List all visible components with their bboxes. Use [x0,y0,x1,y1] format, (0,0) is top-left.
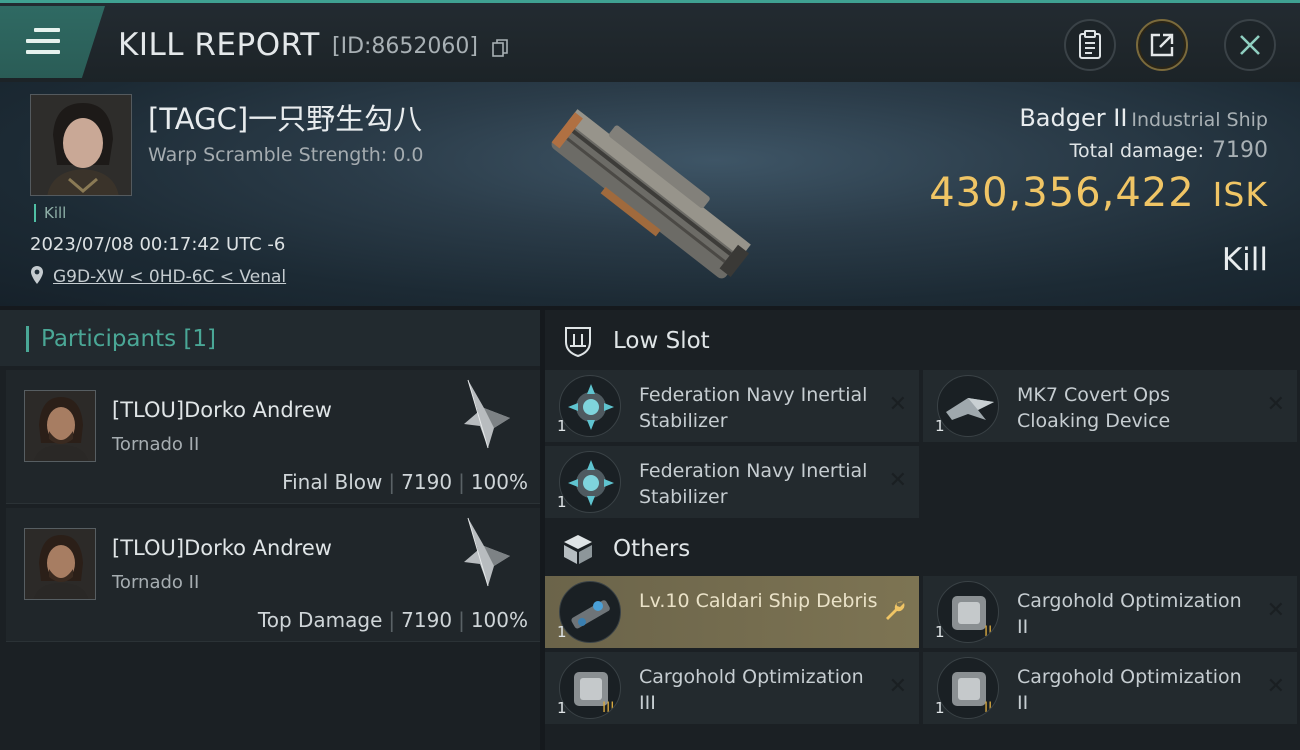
others-header: Others [545,520,1300,578]
participant-ship: Tornado II [112,572,200,593]
destroyed-icon: ✕ [1266,598,1285,623]
svg-text:II: II [984,624,992,640]
low-slot-header: Low Slot [545,312,1300,370]
menu-button[interactable] [0,6,105,78]
module-quantity: 1 [935,623,945,641]
cargohold-optimization-icon: II [937,581,999,643]
inertial-stabilizer-icon [559,375,621,437]
dropped-item-slot[interactable]: 1 Lv.10 Caldari Ship Debris [545,576,919,648]
close-button[interactable] [1224,19,1276,71]
report-id: [ID:8652060] [332,34,478,59]
participant-ship: Tornado II [112,434,200,455]
victim-ship-name[interactable]: Badger II Industrial Ship [1019,104,1268,132]
warp-scramble-strength: Warp Scramble Strength: 0.0 [148,144,424,166]
module-quantity: 1 [557,493,567,511]
isk-unit: ISK [1212,175,1268,214]
cargo-box-icon [564,535,592,564]
participant-avatar[interactable] [24,528,96,600]
participant-ship-image [464,517,510,587]
inertial-stabilizer-icon [559,451,621,513]
participant-stats: Final Blow | 7190 | 100% [282,470,528,494]
module-name: Federation Navy Inertial Stabilizer [639,384,868,432]
module-quantity: 1 [935,699,945,717]
others-title: Others [613,536,691,562]
participant-name: [TLOU]Dorko Andrew [112,536,332,560]
destroyed-icon: ✕ [1266,392,1285,417]
kill-tag: Kill [34,204,66,222]
svg-text:III: III [602,700,614,716]
module-quantity: 1 [557,699,567,717]
hamburger-icon [26,28,60,56]
module-name: MK7 Covert Ops Cloaking Device [1017,384,1171,432]
module-name: Lv.10 Caldari Ship Debris [639,590,878,612]
participant-avatar[interactable] [24,390,96,462]
kill-location-link[interactable]: G9D-XW < 0HD-6C < Venal [53,267,286,287]
close-icon [1240,35,1260,55]
module-slot[interactable]: III 1 Cargohold Optimization III ✕ [545,652,919,724]
module-name: Federation Navy Inertial Stabilizer [639,460,868,508]
victim-summary: [TAGC]一只野生勾八 Warp Scramble Strength: 0.0… [0,82,1300,306]
ship-class-text: Industrial Ship [1131,109,1268,131]
module-quantity: 1 [557,417,567,435]
participant-damage: 7190 [401,608,453,632]
participant-card[interactable]: [TLOU]Dorko Andrew Tornado II Top Damage… [6,508,540,642]
participants-panel: Participants [1] [TLOU]Dorko Andrew Torn… [0,310,540,750]
module-quantity: 1 [935,417,945,435]
total-damage: Total damage: 7190 [1070,138,1268,163]
participant-role: Top Damage [257,608,383,632]
cargohold-optimization-icon: III [559,657,621,719]
ship-debris-icon [559,581,621,643]
destroyed-icon: ✕ [1266,674,1285,699]
kill-datetime: 2023/07/08 00:17:42 UTC -6 [30,234,286,255]
isk-value: 430,356,422 ISK [929,170,1268,216]
participant-card[interactable]: [TLOU]Dorko Andrew Tornado II Final Blow… [6,370,540,504]
module-name: Cargohold Optimization II [1017,590,1242,638]
page-title: KILL REPORT [118,27,320,63]
module-slot[interactable]: II 1 Cargohold Optimization II ✕ [923,652,1297,724]
total-damage-value: 7190 [1212,138,1268,163]
destroyed-icon: ✕ [888,674,907,699]
module-name: Cargohold Optimization III [639,666,864,714]
participants-title: Participants [1] [26,326,216,352]
ship-name-text: Badger II [1019,104,1128,132]
module-slot[interactable]: 1 Federation Navy Inertial Stabilizer ✕ [545,370,919,442]
participant-percent: 100% [470,608,528,632]
victim-ship-image[interactable] [520,90,780,300]
module-slot[interactable]: II 1 Cargohold Optimization II ✕ [923,576,1297,648]
victim-portrait[interactable] [30,94,132,196]
share-button[interactable] [1136,19,1188,71]
participant-stats: Top Damage | 7190 | 100% [257,608,528,632]
location-pin-icon [31,266,43,284]
share-icon [1150,33,1174,57]
result-label: Kill [1221,242,1268,278]
fitting-panel: Low Slot 1 Federation Navy Inertial Stab… [545,310,1300,750]
copy-icon[interactable] [492,39,508,57]
module-slot[interactable]: 1 MK7 Covert Ops Cloaking Device ✕ [923,370,1297,442]
module-quantity: 1 [557,623,567,641]
victim-avatar [31,95,131,195]
isk-amount: 430,356,422 [929,170,1195,216]
clipboard-button[interactable] [1064,19,1116,71]
participant-percent: 100% [470,470,528,494]
participant-name: [TLOU]Dorko Andrew [112,398,332,422]
participants-header: Participants [1] [0,310,540,366]
total-damage-label: Total damage: [1069,140,1204,162]
clipboard-icon [1079,30,1101,59]
participant-damage: 7190 [401,470,453,494]
low-slot-title: Low Slot [613,328,710,354]
destroyed-icon: ✕ [888,468,907,493]
wrench-icon[interactable] [883,598,907,622]
svg-text:II: II [984,700,992,716]
module-name: Cargohold Optimization II [1017,666,1242,714]
low-slot-icon [565,327,591,358]
participant-ship-image [464,379,510,449]
cargohold-optimization-icon: II [937,657,999,719]
participant-role: Final Blow [282,470,383,494]
header-bar: KILL REPORT [ID:8652060] [0,0,1300,82]
cloaking-device-icon [937,375,999,437]
destroyed-icon: ✕ [888,392,907,417]
victim-name[interactable]: [TAGC]一只野生勾八 [148,96,422,138]
module-slot[interactable]: 1 Federation Navy Inertial Stabilizer ✕ [545,446,919,518]
